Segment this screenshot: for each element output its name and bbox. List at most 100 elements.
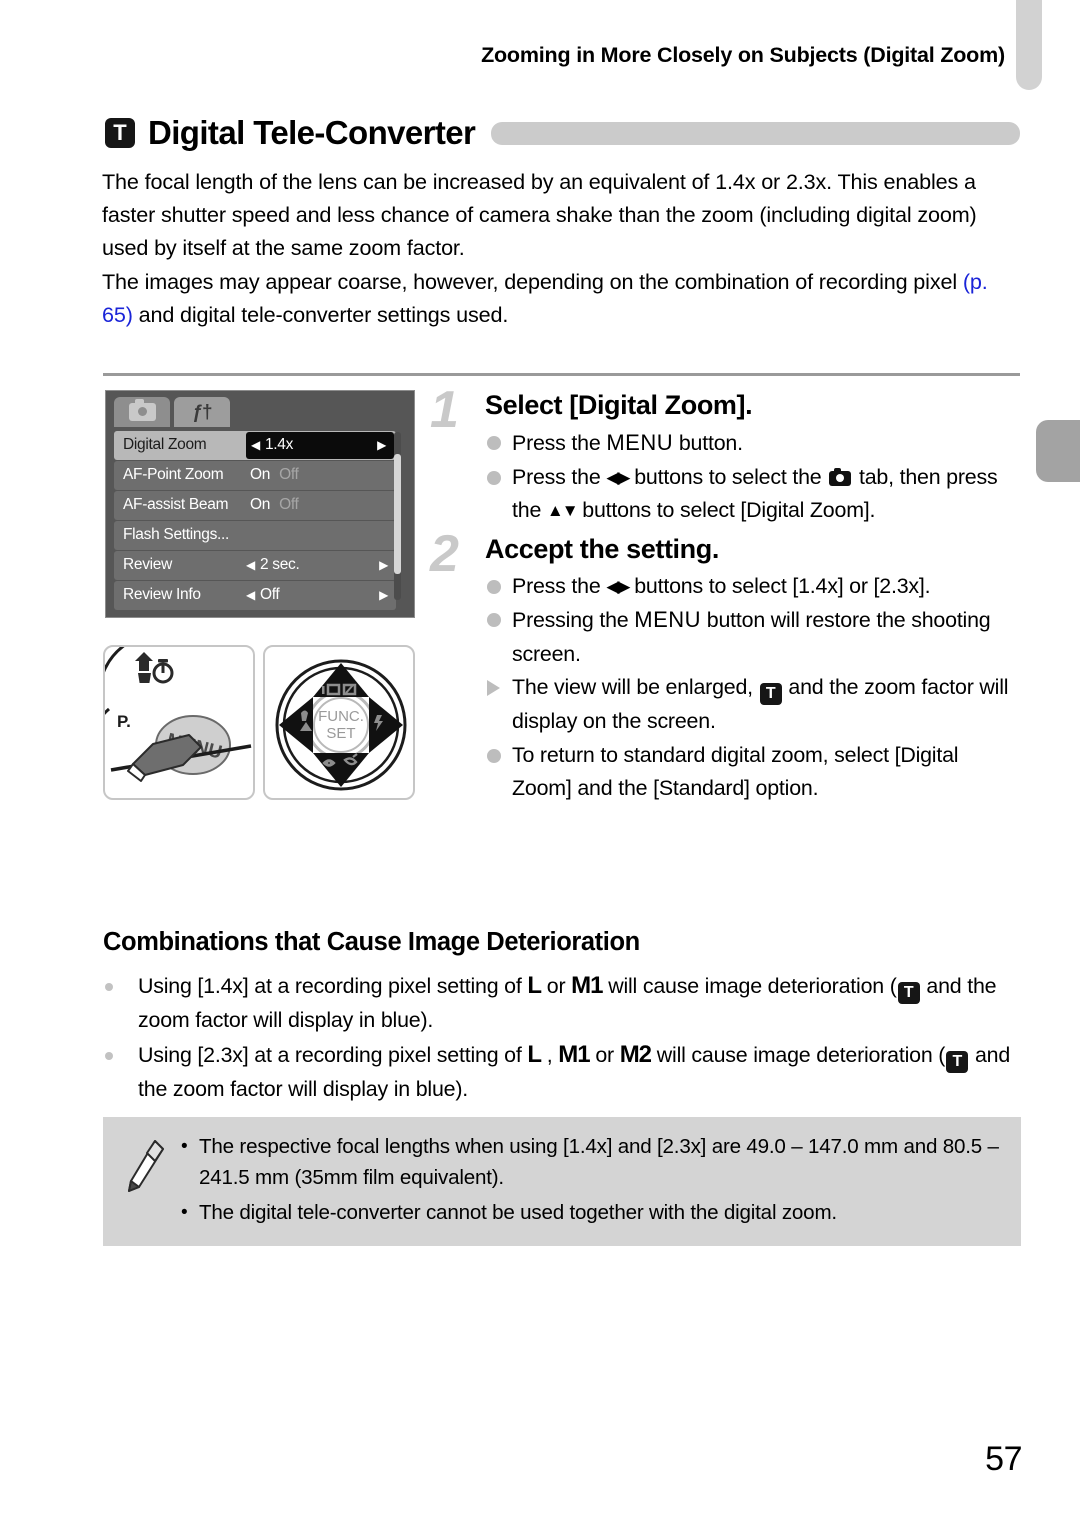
menu-row-value: [246, 521, 396, 550]
dot-bullet-icon: [487, 436, 501, 450]
menu-row[interactable]: AF-assist Beam On Off: [114, 491, 396, 520]
note-box: • The respective focal lengths when using…: [103, 1117, 1021, 1246]
menu-row-label: Digital Zoom: [123, 436, 207, 454]
menu-row[interactable]: Review Info ◀ Off ▶: [114, 581, 396, 610]
page-title: Digital Tele-Converter: [148, 114, 476, 151]
text-run: will cause image deterioration (: [651, 1042, 946, 1067]
step-bullet: To return to standard digital zoom, sele…: [485, 739, 1022, 806]
intro-paragraph-1: The focal length of the lens can be incr…: [102, 169, 977, 261]
step-number: 2: [430, 524, 459, 583]
tele-converter-t-icon: T: [946, 1050, 969, 1073]
menu-tab-shooting[interactable]: [114, 397, 170, 427]
menu-row-value: On Off: [246, 461, 396, 490]
text-run: or: [589, 1042, 620, 1067]
recording-pixel-icon: M1: [558, 1040, 590, 1068]
step-bullet-list: Press the MENU button. Press the ◀▶ butto…: [485, 426, 1022, 528]
intro-p2-before: The images may appear coarse, however, d…: [102, 268, 963, 294]
step-bullet: Press the ◀▶ buttons to select [1.4x] or…: [485, 570, 1022, 604]
left-arrow-icon[interactable]: ◀: [246, 559, 255, 571]
instruction-step: 1 Select [Digital Zoom]. Press the MENU bu…: [430, 384, 1022, 528]
triangle-bullet-icon: [487, 680, 500, 696]
menu-value-text: Off: [259, 586, 280, 604]
instruction-steps: 1 Select [Digital Zoom]. Press the MENU bu…: [430, 384, 1022, 810]
right-arrow-icon[interactable]: ▶: [379, 589, 388, 601]
tele-converter-t-icon: T: [105, 118, 135, 148]
menu-button-glyph: MENU: [634, 607, 702, 632]
right-arrow-icon[interactable]: ▶: [377, 439, 386, 451]
text-run: Press the: [512, 431, 607, 455]
menu-value-text: 2 sec.: [259, 556, 300, 574]
step-bullet: Press the ◀▶ buttons to select the tab, …: [485, 461, 1022, 528]
menu-button-press-illustration: P. MENU: [103, 645, 255, 800]
menu-row-value: ◀ Off ▶: [246, 581, 396, 610]
toggle-on-label[interactable]: On: [250, 466, 270, 484]
svg-text:SET: SET: [326, 725, 355, 742]
menu-row-label: AF-Point Zoom: [123, 466, 224, 484]
combinations-heading: Combinations that Cause Image Deteriorat…: [103, 928, 640, 956]
menu-row[interactable]: Digital Zoom ◀ 1.4x ▶: [114, 431, 396, 460]
left-arrow-icon[interactable]: ◀: [251, 439, 260, 451]
menu-row[interactable]: AF-Point Zoom On Off: [114, 461, 396, 490]
camera-menu-screenshot: ƒ† Digital Zoom ◀ 1.4x ▶ AF-Point Zoom On Off A…: [105, 390, 415, 618]
page-number: 57: [985, 1440, 1022, 1478]
title-decoration-bar: [491, 121, 1020, 145]
note-text: The digital tele-converter cannot be use…: [199, 1201, 837, 1224]
text-run: buttons to select the: [628, 464, 828, 489]
on-off-toggle[interactable]: On Off: [250, 496, 299, 514]
on-off-toggle[interactable]: On Off: [250, 466, 299, 484]
tele-converter-t-icon: T: [759, 683, 782, 705]
intro-text: The focal length of the lens can be incr…: [102, 165, 1022, 331]
toggle-off-label[interactable]: Off: [279, 466, 299, 484]
step-heading: Select [Digital Zoom].: [485, 390, 753, 420]
menu-tab-settings[interactable]: ƒ†: [174, 397, 230, 427]
menu-row-label: Review: [123, 556, 173, 574]
text-run: buttons to select [Digital Zoom].: [576, 498, 876, 522]
bullet-icon: •: [181, 1136, 188, 1157]
step-bullet-list: Press the ◀▶ buttons to select [1.4x] or…: [485, 570, 1022, 806]
pencil-icon: [128, 1140, 164, 1192]
combination-item: Using [2.3x] at a recording pixel settin…: [103, 1039, 1023, 1106]
text-run: button.: [673, 431, 743, 455]
note-text: The respective focal lengths when using …: [199, 1135, 999, 1189]
illustration-panels: P. MENU FUNC.: [103, 645, 415, 800]
toggle-off-label[interactable]: Off: [279, 496, 299, 514]
note-item: • The respective focal lengths when using…: [181, 1131, 1005, 1193]
menu-row-label: Flash Settings...: [123, 526, 230, 544]
dot-bullet-icon: [487, 579, 501, 594]
toggle-on-label[interactable]: On: [250, 496, 270, 514]
text-run: buttons to select [1.4x] or [2.3x].: [628, 573, 931, 598]
menu-value-text: 1.4x: [264, 436, 294, 454]
text-run: Press the: [512, 464, 607, 489]
recording-pixel-icon: M2: [619, 1040, 652, 1068]
left-arrow-icon[interactable]: ◀: [246, 589, 255, 601]
recording-pixel-icon: M1: [571, 972, 603, 999]
combination-item: Using [1.4x] at a recording pixel settin…: [103, 970, 1023, 1037]
instruction-step: 2 Accept the setting. Press the ◀▶ buttons…: [430, 528, 1022, 806]
note-list: • The respective focal lengths when using…: [181, 1131, 1005, 1228]
menu-row-value: ◀ 2 sec. ▶: [246, 551, 396, 580]
dot-bullet-icon: [487, 470, 501, 485]
text-run: To return to standard digital zoom, sele…: [512, 742, 959, 801]
note-item: • The digital tele-converter cannot be us…: [181, 1197, 1005, 1228]
text-run: or: [541, 974, 572, 998]
right-arrow-icon[interactable]: ▶: [379, 559, 388, 571]
text-run: Using [1.4x] at a recording pixel settin…: [138, 974, 528, 998]
step-bullet: Pressing the MENU button will restore th…: [485, 603, 1022, 671]
svg-text:P.: P.: [117, 712, 131, 731]
dot-bullet-icon: [105, 983, 113, 991]
recording-pixel-icon: L: [527, 1040, 542, 1068]
camera-icon: [128, 399, 156, 421]
wrench-tools-icon: ƒ†: [192, 401, 212, 423]
menu-row[interactable]: Review ◀ 2 sec. ▶: [114, 551, 396, 580]
combinations-list: Using [1.4x] at a recording pixel settin…: [103, 970, 1023, 1107]
text-run: Using [2.3x] at a recording pixel settin…: [138, 1042, 528, 1067]
menu-value-box[interactable]: ◀ 1.4x ▶: [246, 432, 394, 459]
menu-row[interactable]: Flash Settings...: [114, 521, 396, 550]
edge-chapter-tab: [1036, 420, 1080, 482]
edge-marker-top: [1016, 0, 1042, 90]
text-run: ,: [541, 1042, 559, 1067]
menu-scrollbar[interactable]: [394, 432, 401, 600]
section-title-row: T Digital Tele-Converter: [105, 112, 1020, 154]
tele-converter-t-icon: T: [897, 982, 920, 1004]
menu-button-glyph: MENU: [606, 430, 674, 455]
